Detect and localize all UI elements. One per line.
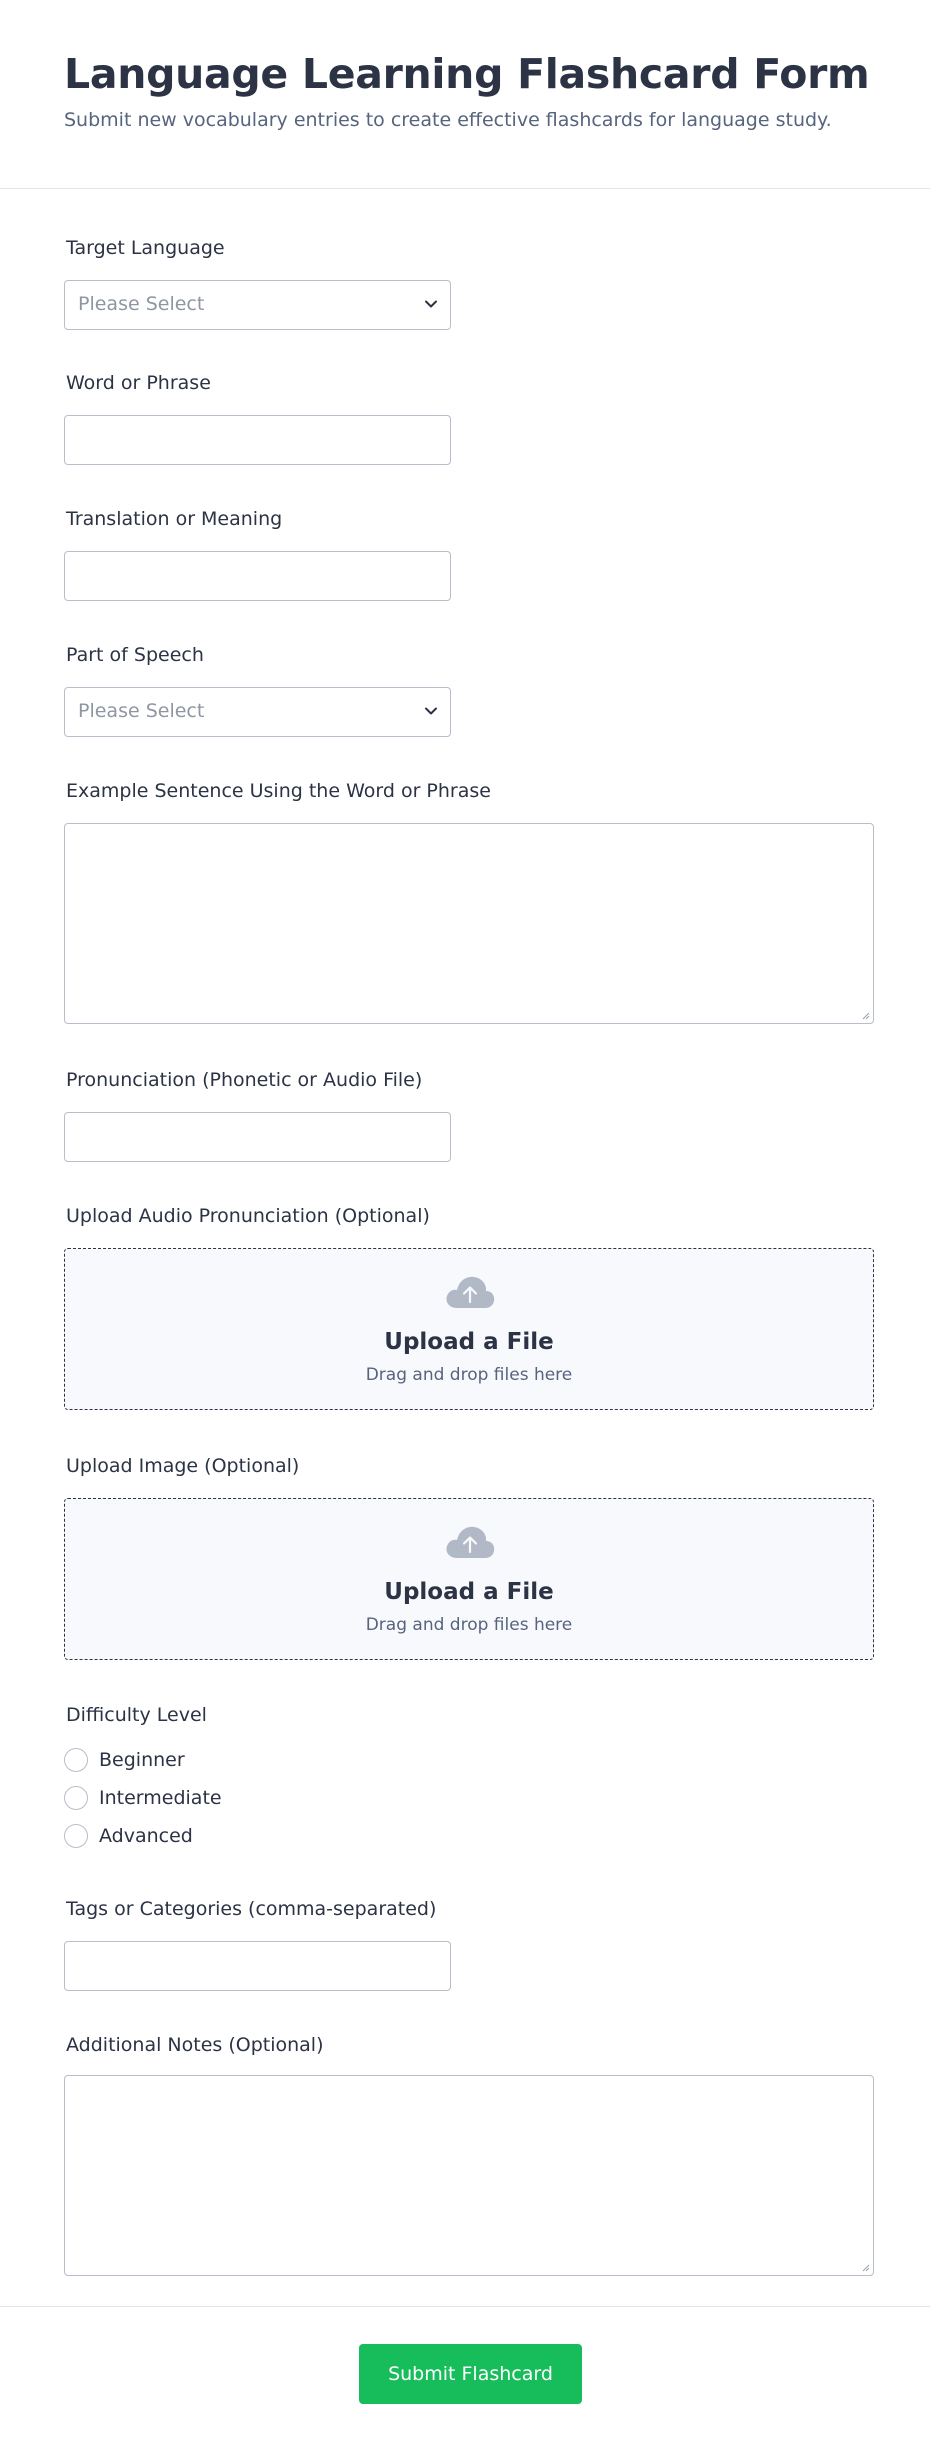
radio-label: Beginner [99, 1749, 185, 1771]
submit-flashcard-button[interactable]: Submit Flashcard [359, 2344, 582, 2404]
chevron-down-icon [425, 300, 437, 308]
target-language-select[interactable]: Please Select [64, 280, 451, 330]
upload-audio-dropzone[interactable]: Upload a File Drag and drop files here [64, 1248, 874, 1410]
flashcard-form-page: Language Learning Flashcard Form Submit … [0, 0, 930, 2457]
target-language-placeholder: Please Select [78, 293, 205, 315]
upload-audio-label: Upload Audio Pronunciation (Optional) [66, 1205, 430, 1227]
cloud-upload-icon [446, 1526, 495, 1558]
upload-audio-hint: Drag and drop files here [365, 1365, 573, 1385]
upload-image-title: Upload a File [384, 1579, 554, 1605]
page-title: Language Learning Flashcard Form [64, 50, 870, 98]
difficulty-option-advanced[interactable]: Advanced [64, 1823, 193, 1849]
resize-grip-icon[interactable] [860, 2262, 870, 2272]
form-footer: Submit Flashcard [0, 2306, 930, 2457]
form-header: Language Learning Flashcard Form Submit … [0, 0, 930, 189]
pronunciation-input[interactable] [64, 1112, 451, 1162]
translation-label: Translation or Meaning [66, 508, 283, 530]
example-sentence-label: Example Sentence Using the Word or Phras… [66, 780, 491, 802]
word-or-phrase-label: Word or Phrase [66, 372, 211, 394]
difficulty-option-beginner[interactable]: Beginner [64, 1747, 185, 1773]
chevron-down-icon [425, 707, 437, 715]
upload-image-dropzone[interactable]: Upload a File Drag and drop files here [64, 1498, 874, 1660]
resize-grip-icon[interactable] [860, 1010, 870, 1020]
radio-label: Intermediate [99, 1787, 222, 1809]
example-sentence-textarea[interactable] [64, 823, 874, 1024]
translation-input[interactable] [64, 551, 451, 601]
radio-button[interactable] [64, 1748, 88, 1772]
notes-textarea[interactable] [64, 2075, 874, 2276]
difficulty-label: Difficulty Level [66, 1704, 207, 1726]
target-language-label: Target Language [66, 237, 225, 259]
part-of-speech-placeholder: Please Select [78, 700, 205, 722]
tags-input[interactable] [64, 1941, 451, 1991]
radio-button[interactable] [64, 1824, 88, 1848]
upload-image-label: Upload Image (Optional) [66, 1455, 300, 1477]
cloud-upload-icon [446, 1276, 495, 1308]
upload-audio-title: Upload a File [384, 1329, 554, 1355]
radio-button[interactable] [64, 1786, 88, 1810]
part-of-speech-select[interactable]: Please Select [64, 687, 451, 737]
tags-label: Tags or Categories (comma-separated) [66, 1898, 437, 1920]
part-of-speech-label: Part of Speech [66, 644, 204, 666]
page-subtitle: Submit new vocabulary entries to create … [64, 109, 832, 131]
upload-image-hint: Drag and drop files here [365, 1615, 573, 1635]
word-or-phrase-input[interactable] [64, 415, 451, 465]
pronunciation-label: Pronunciation (Phonetic or Audio File) [66, 1069, 423, 1091]
radio-label: Advanced [99, 1825, 193, 1847]
notes-label: Additional Notes (Optional) [66, 2034, 324, 2056]
difficulty-option-intermediate[interactable]: Intermediate [64, 1785, 222, 1811]
